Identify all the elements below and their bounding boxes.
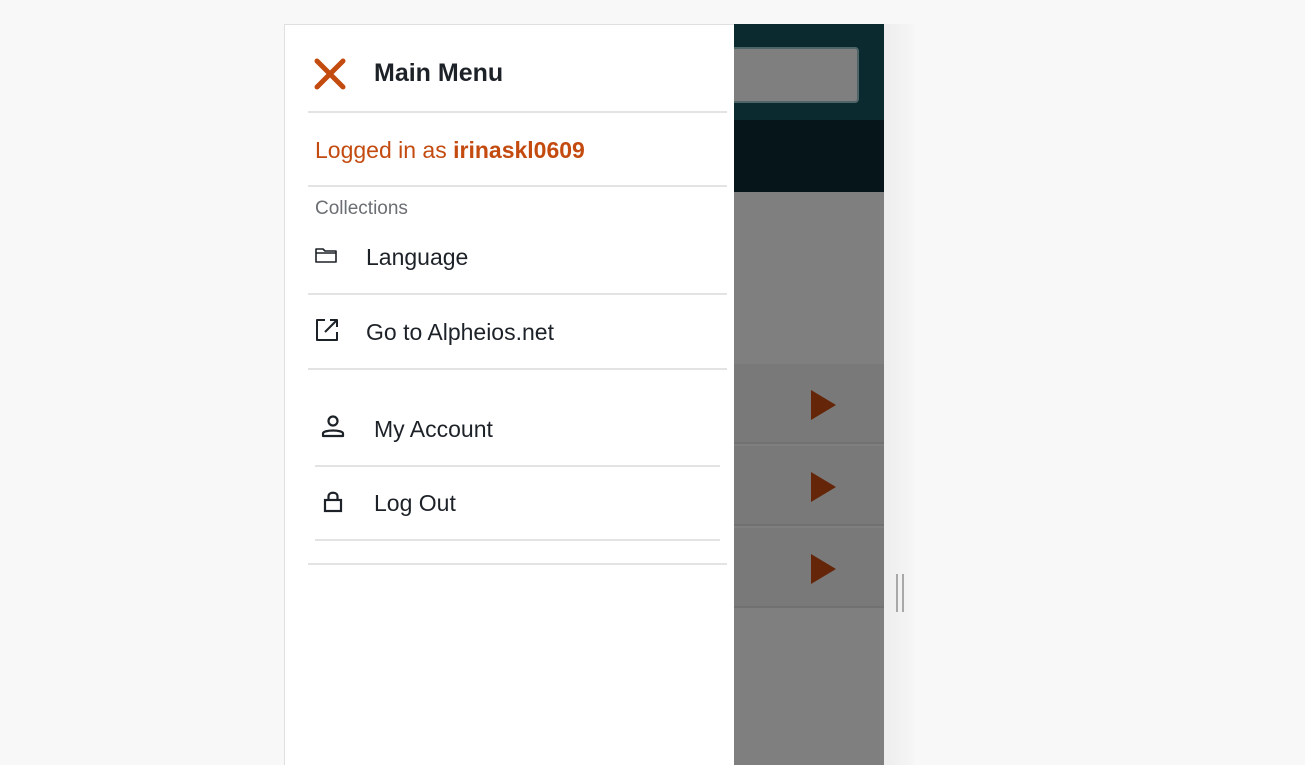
menu-title: Main Menu <box>374 59 504 87</box>
logged-in-prefix: Logged in as <box>315 137 454 163</box>
section-label-collections: Collections <box>315 198 408 219</box>
logged-in-status: Logged in as irinaskl0609 <box>308 113 727 187</box>
menu-item-my-account[interactable]: My Account <box>315 392 720 467</box>
menu-item-log-out[interactable]: Log Out <box>315 467 720 541</box>
logged-in-text: Logged in as irinaskl0609 <box>315 137 585 164</box>
menu-item-label: My Account <box>374 416 493 442</box>
menu-header: Main Menu <box>308 25 727 113</box>
close-icon[interactable] <box>313 57 347 91</box>
account-section: My Account Log Out <box>308 370 727 565</box>
menu-item-label: Go to Alpheios.net <box>366 319 554 345</box>
user-icon <box>320 414 348 442</box>
external-link-icon <box>314 317 342 345</box>
menu-item-alpheios-link[interactable]: Go to Alpheios.net <box>308 295 727 370</box>
menu-item-label: Language <box>366 244 469 270</box>
lock-icon <box>320 488 348 516</box>
main-menu-drawer: Main Menu Logged in as irinaskl0609 Coll… <box>284 24 734 765</box>
username: irinaskl0609 <box>453 137 585 163</box>
menu-item-label: Log Out <box>374 490 456 516</box>
folder-icon <box>314 243 342 271</box>
resize-handle[interactable] <box>896 574 904 612</box>
menu-item-language[interactable]: Language <box>308 221 727 295</box>
panel-edge <box>884 24 914 765</box>
